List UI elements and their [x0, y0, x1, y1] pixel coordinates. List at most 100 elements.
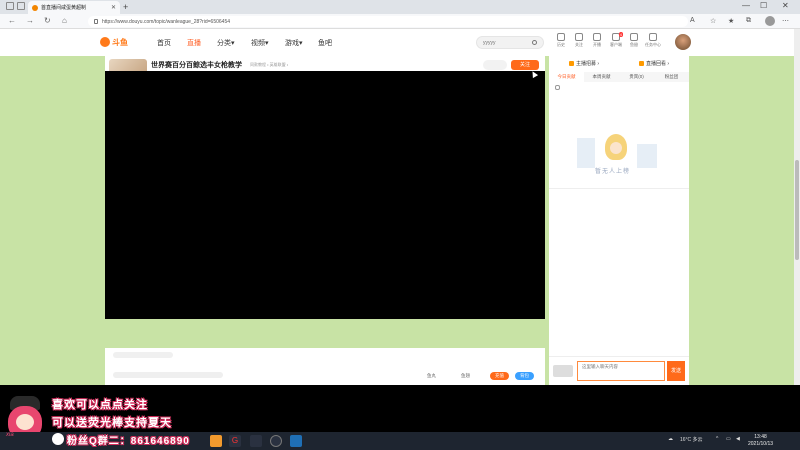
fish-logo-icon	[100, 37, 110, 47]
forward-icon[interactable]: →	[26, 17, 34, 25]
reader-mode-icon[interactable]: A	[690, 17, 695, 24]
lock-icon	[94, 19, 98, 24]
anchor-task-link[interactable]: 主播招募 ›	[568, 60, 600, 67]
right-panel-top: 主播招募 › 直播回看 ›	[549, 56, 689, 71]
close-tab-icon[interactable]: ✕	[111, 4, 116, 11]
history-label: 历史	[557, 42, 565, 47]
yuchi-balance: 鱼翅	[461, 373, 470, 378]
notification-badge: 4	[618, 32, 623, 37]
browser-nav-bar: ← → ↻ ⌂ https://www.douyu.com/topic/wanl…	[0, 14, 800, 29]
fan-badge-icon[interactable]	[553, 365, 573, 377]
follow-label: 关注	[575, 42, 583, 47]
user-avatar[interactable]	[675, 34, 691, 50]
empty-rank-illustration: 暂无人上榜	[573, 128, 663, 178]
qq-penguin-icon	[52, 433, 64, 445]
tab-title: 首直播间咸蛋黄超制	[41, 5, 87, 11]
header-fishfin[interactable]: 鱼翅	[624, 33, 644, 48]
refresh-icon[interactable]: ↻	[44, 17, 51, 25]
url-text: https://www.douyu.com/topic/wanleague_28…	[102, 18, 231, 25]
app-icon-g[interactable]: G	[229, 435, 241, 447]
maximize-icon[interactable]: ☐	[760, 1, 767, 10]
app-icon-4[interactable]	[270, 435, 282, 447]
taskbar-clock[interactable]: 13:48 2021/10/13	[748, 434, 773, 448]
new-tab-button[interactable]: +	[123, 2, 128, 12]
scrollbar-thumb[interactable]	[795, 160, 799, 260]
fishfin-label: 鱼翅	[630, 42, 638, 47]
home-icon[interactable]: ⌂	[62, 17, 67, 25]
browser-tab-bar: 首直播间咸蛋黄超制 ✕ + — ☐ ✕	[0, 0, 800, 14]
header-history[interactable]: 历史	[551, 33, 571, 48]
browser-tab[interactable]: 首直播间咸蛋黄超制 ✕	[28, 1, 120, 14]
overlay-line-2: 可以送荧光棒支持夏天	[52, 417, 172, 429]
divider	[549, 188, 689, 189]
tab-week[interactable]: 本周贡献	[584, 72, 619, 82]
tab-actions-icon[interactable]	[17, 2, 25, 10]
empty-rank-caption: 暂无人上榜	[595, 169, 631, 175]
weather-icon[interactable]: ☁	[668, 436, 673, 442]
tray-up-icon[interactable]: ^	[716, 436, 718, 442]
gift-bar: 鱼丸 鱼翅 充值 背包	[105, 348, 545, 385]
tab-today[interactable]: 今日贡献	[549, 72, 584, 82]
extensions-icon[interactable]: ⧉	[746, 17, 751, 25]
nav-video[interactable]: 视频▾	[251, 38, 269, 48]
anchor-review-label: 直播回看 ›	[645, 61, 670, 67]
nav-fishbar[interactable]: 鱼吧	[318, 38, 332, 48]
nav-games[interactable]: 游戏▾	[285, 38, 303, 48]
follow-icon	[575, 33, 583, 41]
site-search	[476, 36, 544, 49]
search-input[interactable]	[483, 39, 527, 46]
chat-input[interactable]	[577, 361, 665, 381]
gift-placeholder-1	[113, 352, 173, 358]
building-shape	[577, 138, 595, 168]
address-bar[interactable]: https://www.douyu.com/topic/wanleague_28…	[88, 16, 688, 27]
header-broadcast[interactable]: 开播	[587, 33, 607, 48]
edge-icon[interactable]	[290, 435, 302, 447]
recharge-button[interactable]: 充值	[490, 372, 509, 380]
back-icon[interactable]: ←	[8, 17, 16, 25]
video-player[interactable]	[105, 71, 545, 319]
room-category[interactable]: 同款教程 • 英雄联盟 •	[250, 62, 288, 68]
task-icon	[649, 33, 657, 41]
anchor-review-link[interactable]: 直播回看 ›	[638, 60, 670, 67]
broadcast-label: 开播	[593, 42, 601, 47]
notice-icon[interactable]	[555, 85, 560, 90]
history-icon	[557, 33, 565, 41]
overlay-line-3: 粉丝Q群二：861646890	[67, 436, 190, 447]
anchor-task-label: 主播招募 ›	[575, 61, 600, 67]
app-icon-3[interactable]	[250, 435, 262, 447]
backpack-button[interactable]: 背包	[515, 372, 534, 380]
nav-category[interactable]: 分类▾	[217, 38, 235, 48]
anchor-review-icon	[638, 61, 644, 66]
minimize-icon[interactable]: —	[742, 1, 750, 10]
douyu-logo[interactable]: 斗鱼	[100, 36, 132, 48]
send-button[interactable]: 发送	[667, 361, 685, 381]
favorites-star-icon[interactable]: ☆	[710, 17, 716, 25]
collections-icon[interactable]: ★	[728, 17, 734, 25]
rank-tabs: 今日贡献 本周贡献 贵宾(0) 粉丝团	[549, 72, 689, 82]
search-icon[interactable]	[532, 40, 537, 45]
follow-toggle[interactable]	[483, 60, 507, 70]
overlay-brand: xia	[6, 432, 14, 438]
header-task[interactable]: 任务中心	[643, 33, 663, 48]
mascot-face-shape	[16, 414, 34, 430]
nav-home[interactable]: 首页	[157, 38, 171, 48]
more-menu-icon[interactable]: ⋯	[782, 17, 789, 25]
network-icon[interactable]: ▭	[726, 436, 731, 442]
nav-live[interactable]: 直播	[187, 38, 201, 48]
header-follow[interactable]: 关注	[569, 33, 589, 48]
app-icon-1[interactable]	[210, 435, 222, 447]
mascot-face	[610, 142, 622, 154]
tab-vip[interactable]: 贵宾(0)	[619, 72, 654, 82]
weather-text: 16°C 多云	[680, 437, 703, 443]
close-window-icon[interactable]: ✕	[782, 1, 789, 10]
client-label: 客户端	[610, 42, 622, 47]
task-label: 任务中心	[645, 42, 661, 47]
window-menu-icon[interactable]	[6, 2, 14, 10]
right-panel: 主播招募 › 直播回看 › 今日贡献 本周贡献 贵宾(0) 粉丝团 暂无人上榜 …	[549, 56, 689, 385]
volume-icon[interactable]: ◀	[736, 436, 740, 442]
room-title: 世界赛百分百鲸选丰女枪教学	[151, 62, 242, 69]
tab-fans[interactable]: 粉丝团	[654, 72, 689, 82]
browser-profile-avatar[interactable]	[765, 16, 775, 26]
header-client[interactable]: 4 客户端	[606, 32, 626, 48]
logo-text: 斗鱼	[112, 37, 128, 47]
